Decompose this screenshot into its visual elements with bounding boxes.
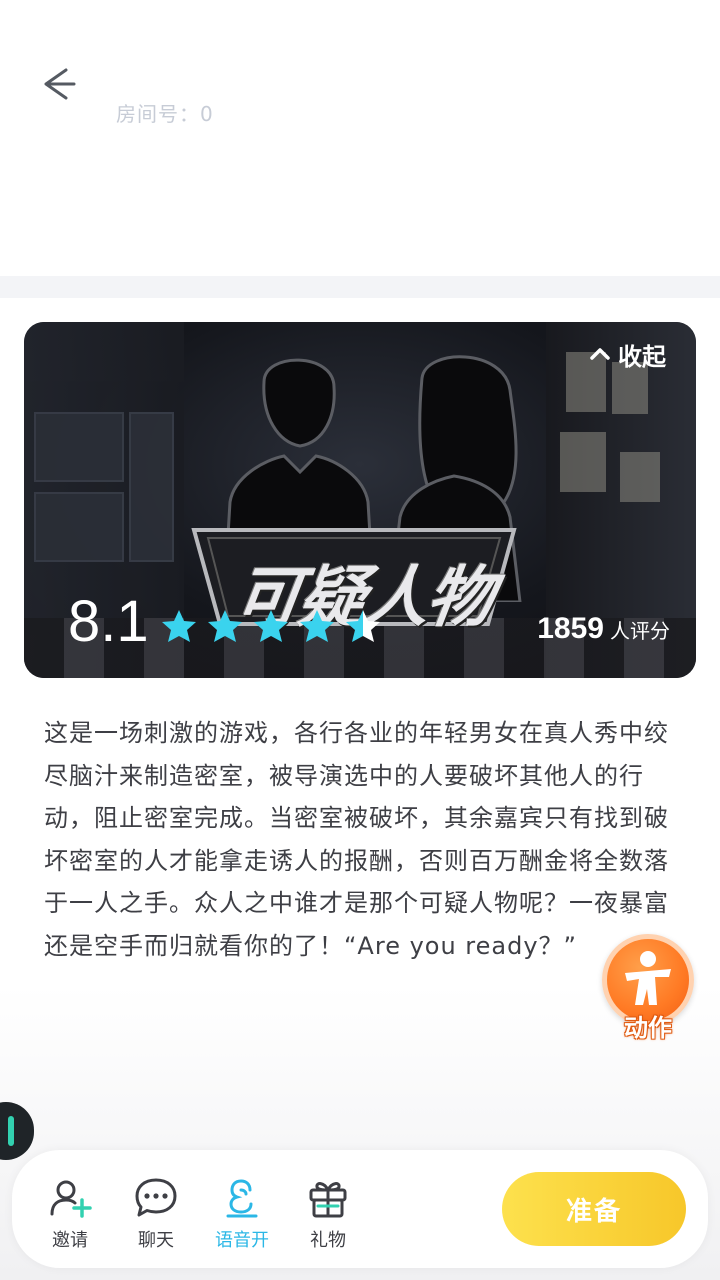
action-button-label: 动作 xyxy=(624,1014,672,1042)
game-description: 这是一场刺激的游戏，各行各业的年轻男女在真人秀中绞尽脑汁来制造密室，被导演选中的… xyxy=(44,719,669,960)
rating-count-unit: 人评分 xyxy=(610,619,670,643)
rating-score: 8.1 xyxy=(68,589,149,654)
game-banner: 可疑人物 收起 8.1 1859 人评分 xyxy=(24,322,696,678)
collapse-label: 收起 xyxy=(618,342,666,371)
nav-gift[interactable]: 礼物 xyxy=(292,1176,364,1252)
section-divider xyxy=(0,276,720,298)
back-button[interactable] xyxy=(36,62,80,106)
handle-bar xyxy=(8,1116,14,1146)
invite-user-icon xyxy=(50,1180,92,1218)
chevron-up-icon xyxy=(590,348,610,360)
nav-invite[interactable]: 邀请 xyxy=(34,1176,106,1252)
gift-icon xyxy=(309,1182,347,1218)
rating-count: 1859 人评分 xyxy=(537,612,670,646)
star-icon xyxy=(162,610,196,642)
star-icon xyxy=(300,610,334,642)
voice-on-icon xyxy=(226,1179,258,1218)
back-arrow-icon xyxy=(44,68,76,100)
nav-chat-label: 聊天 xyxy=(138,1230,174,1251)
rating-stars xyxy=(160,608,382,646)
nav-invite-label: 邀请 xyxy=(52,1230,88,1251)
chat-bubble-icon xyxy=(135,1178,177,1217)
nav-voice-label: 语音开 xyxy=(215,1230,269,1251)
nav-voice[interactable]: 语音开 xyxy=(206,1176,278,1252)
room-number: 房间号：0 xyxy=(116,102,214,126)
nav-chat[interactable]: 聊天 xyxy=(120,1176,192,1252)
top-bar: 房间号：0 xyxy=(0,0,720,276)
collapse-button[interactable]: 收起 xyxy=(588,336,666,372)
star-icon xyxy=(254,610,288,642)
ready-button[interactable]: 准备 xyxy=(502,1172,686,1246)
star-icon xyxy=(208,610,242,642)
action-button[interactable]: 动作 xyxy=(600,934,696,1042)
star-icon xyxy=(346,610,380,642)
nav-gift-label: 礼物 xyxy=(310,1230,346,1251)
rating-count-number: 1859 xyxy=(537,612,604,645)
